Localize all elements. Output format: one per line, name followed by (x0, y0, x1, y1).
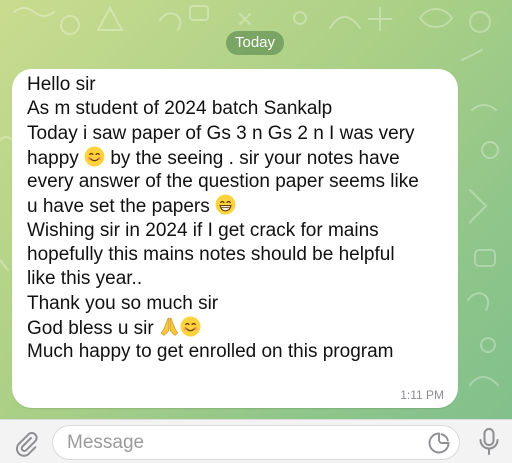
message-bubble[interactable]: Hello sir As m student of 2024 batch San… (12, 69, 458, 408)
message-segment: u have set the papers (27, 196, 210, 218)
message-line: u have set the papers (27, 194, 457, 218)
paperclip-icon[interactable] (12, 429, 40, 457)
message-segment: by the seeing . sir your notes have (105, 147, 400, 169)
smiling-face-emoji-icon (84, 146, 105, 167)
message-line: As m student of 2024 batch Sankalp (27, 98, 333, 120)
date-separator: Today (226, 31, 284, 55)
microphone-icon[interactable] (478, 427, 500, 457)
message-line: Today i saw paper of Gs 3 n Gs 2 n I was… (27, 122, 415, 144)
sticker-icon[interactable] (427, 431, 451, 455)
message-line: like this year.. (27, 268, 143, 290)
message-text: Hello sir As m student of 2024 batch San… (27, 73, 457, 365)
message-composer (0, 419, 512, 463)
grinning-face-emoji-icon (215, 195, 236, 215)
message-line: every answer of the question paper seems… (27, 171, 419, 193)
message-segment: God bless u sir (27, 317, 154, 339)
message-line: happy by the seeing . sir your notes hav… (27, 146, 457, 170)
message-line: Wishing sir in 2024 if I get crack for m… (27, 219, 379, 241)
message-line: hopefully this mains notes should be hel… (27, 244, 395, 266)
message-input[interactable] (52, 425, 460, 460)
message-timestamp: 1:11 PM (400, 388, 444, 402)
message-segment: happy (27, 147, 79, 169)
message-line: Much happy to get enrolled on this progr… (27, 341, 394, 363)
folded-hands-emoji-icon (160, 317, 179, 336)
message-line: Hello sir (27, 74, 96, 95)
smiling-face-emoji-icon (180, 316, 201, 337)
message-line: Thank you so much sir (27, 292, 219, 314)
message-line: God bless u sir (27, 316, 457, 340)
